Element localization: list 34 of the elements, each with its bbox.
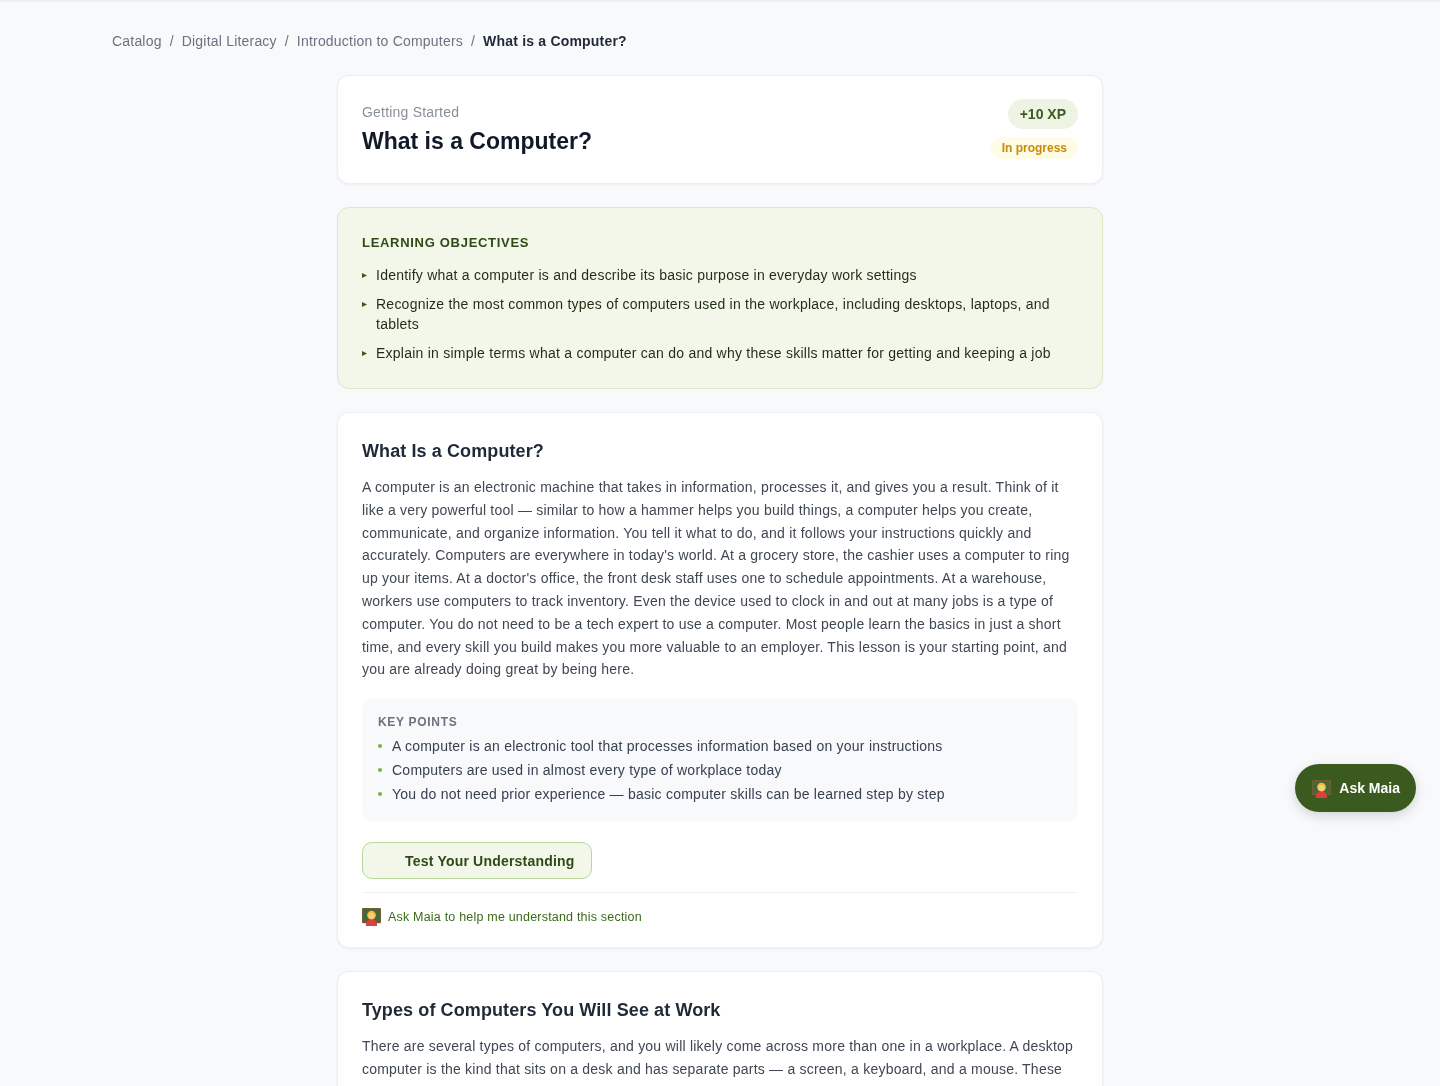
test-understanding-button[interactable]: Test Your Understanding [362,842,592,880]
objectives-heading: LEARNING OBJECTIVES [362,234,531,252]
key-point-text: Computers are used in almost every type of workplace today [392,761,782,781]
breadcrumb-link[interactable]: Introduction to Computers [296,33,463,49]
teacher-icon [362,907,381,927]
ask-maia-link[interactable]: Ask Maia to help me understand this section [388,909,642,924]
section-paragraph: There are several types of computers, and you will likely come across more than one in a workplace. A desktop computer is the kind that sits on a desk and has separate parts — a screen, a keyboard, and a mouse. These [362,1037,1075,1079]
objective-text: Explain in simple terms what a computer can do and why these skills matter for getting and keeping a job [376,344,1051,363]
xp-badge: +10 XP [1007,99,1078,129]
breadcrumb-separator: / [284,33,289,49]
section-heading: What Is a Computer? [362,440,545,463]
triangle-bullet-icon [362,302,367,307]
breadcrumb-separator: / [169,33,174,49]
key-point-text: A computer is an electronic tool that processes information based on your instructions [392,737,943,757]
key-points-heading: KEY POINTS [378,714,459,732]
lesson-category: Getting Started [362,103,461,122]
lesson-title: What is a Computer? [362,127,592,156]
objective-text: Identify what a computer is and describe its basic purpose in everyday work settings [376,266,917,285]
key-point-text: You do not need prior experience — basic computer skills can be learned step by step [392,785,945,805]
bullet-dot-icon [378,744,382,749]
breadcrumb-separator: / [470,33,476,49]
section-heading: Types of Computers You Will See at Work [362,999,722,1023]
breadcrumb-link[interactable]: Catalog [112,33,162,49]
triangle-bullet-icon [362,273,367,278]
bullet-dot-icon [378,768,382,773]
breadcrumb-current: What is a Computer? [483,33,627,49]
bullet-dot-icon [378,792,382,797]
section-paragraph: A computer is an electronic machine that takes in information, processes it, and gives you a result. Think of it like a very powerful tool — similar to how a hammer helps you build things, a computer helps you create, communicate, and organize information. You tell it what to do, and it follows your instructions quickly and accurately. Computers are everywhere in today's world. At a grocery store, the cashier uses a computer to ring up your items. At a doctor's office, the front desk staff uses one to schedule appointments. At a warehouse, workers use computers to track inventory. Even the device used to clock in and out at many jobs is a type of computer. You do not need to be a tech expert to use a computer. Most people learn the basics in just a short time, and every skill you build makes you more valuable to an employer. This lesson is your starting point, and you are already doing great by being here. [362,478,1071,680]
ask-maia-button[interactable]: Ask Maia [1295,764,1416,812]
teacher-icon [1312,778,1332,798]
status-badge: In progress [990,137,1078,159]
breadcrumb-link[interactable]: Digital Literacy [181,33,277,49]
triangle-bullet-icon [362,351,367,356]
objective-text: Recognize the most common types of computers used in the workplace, including desktops, laptops, and tablets [376,295,1051,334]
